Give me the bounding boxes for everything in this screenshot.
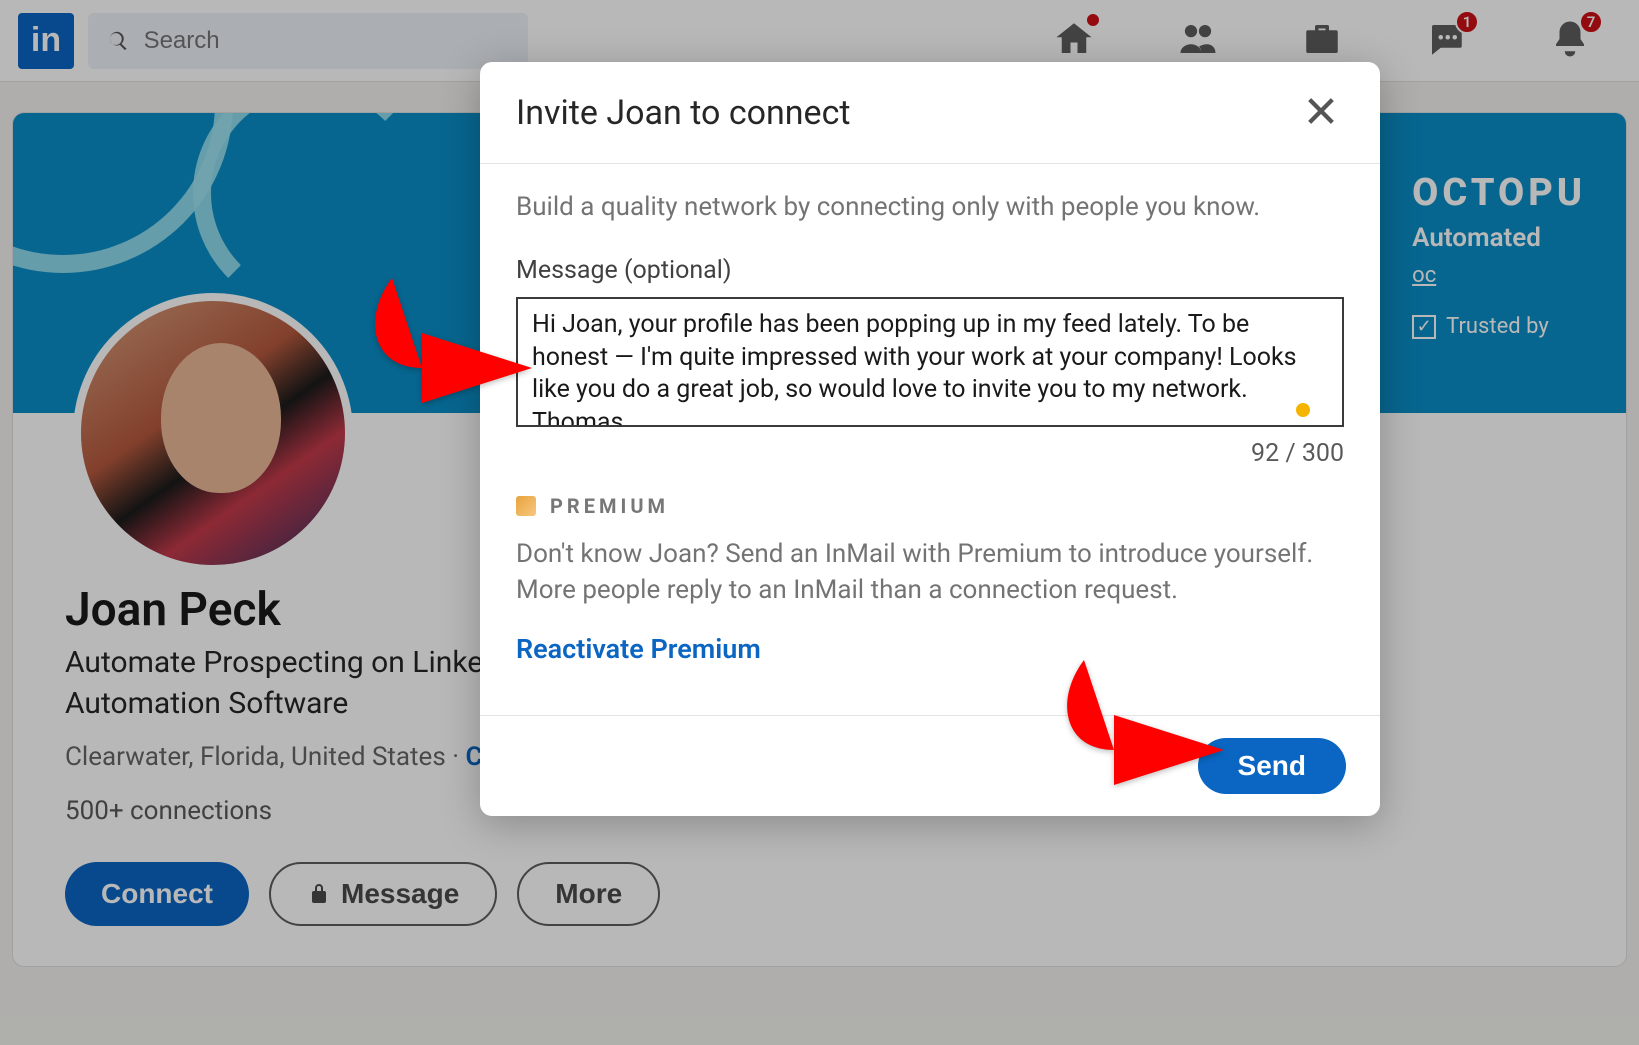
- close-button[interactable]: [1298, 88, 1344, 137]
- modal-header: Invite Joan to connect: [480, 62, 1380, 164]
- premium-icon: [516, 496, 536, 516]
- send-button[interactable]: Send: [1198, 738, 1346, 794]
- close-icon: [1304, 94, 1338, 128]
- premium-heading: PREMIUM: [516, 494, 1344, 518]
- reactivate-premium-link[interactable]: Reactivate Premium: [516, 633, 761, 665]
- message-textarea[interactable]: [516, 297, 1344, 427]
- premium-label: PREMIUM: [550, 494, 669, 518]
- premium-description: Don't know Joan? Send an InMail with Pre…: [516, 536, 1344, 609]
- invite-modal: Invite Joan to connect Build a quality n…: [480, 62, 1380, 816]
- modal-footer: Send: [480, 715, 1380, 816]
- char-counter: 92 / 300: [516, 439, 1344, 468]
- modal-hint: Build a quality network by connecting on…: [516, 192, 1344, 222]
- modal-title: Invite Joan to connect: [516, 93, 851, 133]
- message-label: Message (optional): [516, 256, 1344, 285]
- grammarly-dot-icon: [1296, 403, 1310, 417]
- modal-content: Build a quality network by connecting on…: [480, 164, 1380, 675]
